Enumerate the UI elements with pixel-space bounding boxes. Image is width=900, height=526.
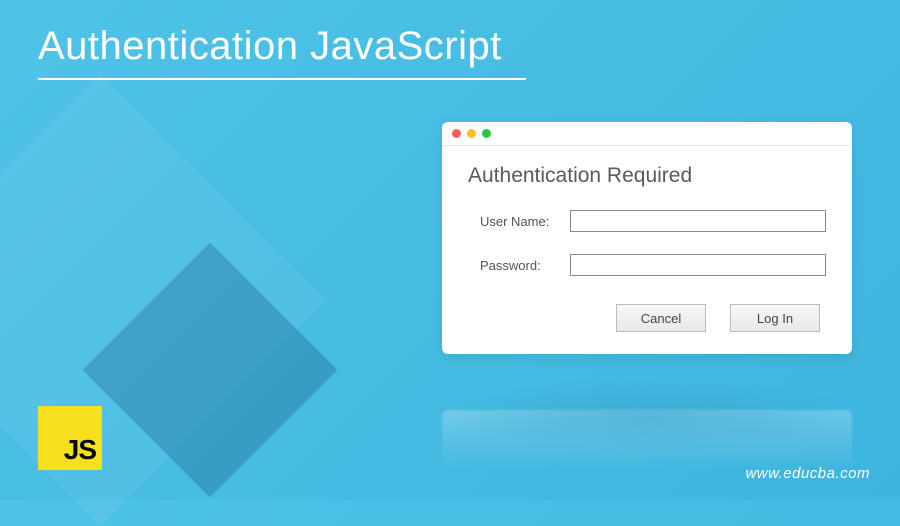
- minimize-icon[interactable]: [467, 129, 476, 138]
- password-label: Password:: [480, 258, 570, 273]
- login-button[interactable]: Log In: [730, 304, 820, 332]
- title-underline: [38, 78, 526, 80]
- close-icon[interactable]: [452, 129, 461, 138]
- maximize-icon[interactable]: [482, 129, 491, 138]
- window-titlebar: [442, 122, 852, 146]
- dialog-shadow: [442, 381, 852, 454]
- password-row: Password:: [468, 254, 826, 276]
- dialog-heading: Authentication Required: [468, 164, 826, 188]
- username-row: User Name:: [468, 210, 826, 232]
- footer-url: www.educba.com: [745, 465, 870, 482]
- password-input[interactable]: [570, 254, 826, 276]
- username-label: User Name:: [480, 214, 570, 229]
- page-title: Authentication JavaScript: [38, 24, 502, 69]
- username-input[interactable]: [570, 210, 826, 232]
- javascript-logo-text: JS: [64, 434, 96, 466]
- javascript-logo: JS: [38, 406, 102, 470]
- cancel-button[interactable]: Cancel: [616, 304, 706, 332]
- auth-dialog: Authentication Required User Name: Passw…: [442, 122, 852, 354]
- button-row: Cancel Log In: [468, 304, 826, 332]
- dialog-body: Authentication Required User Name: Passw…: [442, 146, 852, 354]
